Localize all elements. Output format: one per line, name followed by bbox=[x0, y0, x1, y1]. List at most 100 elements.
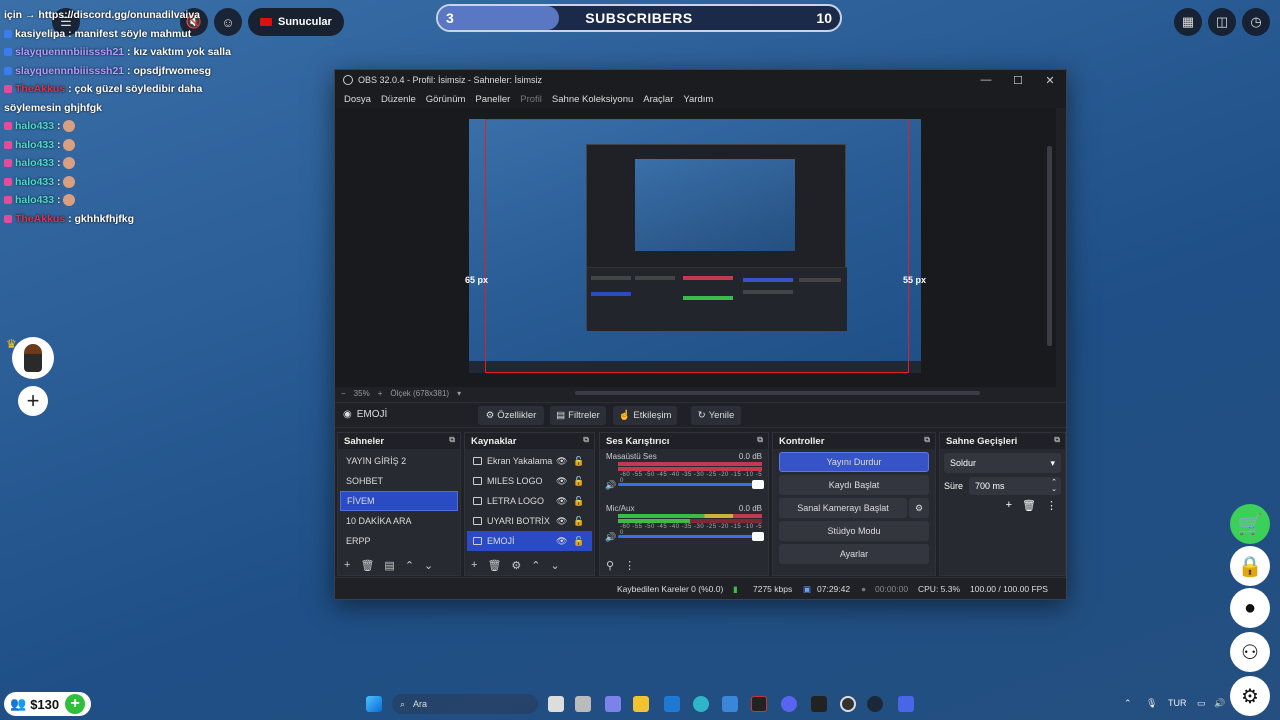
lock-icon[interactable]: 🔓 bbox=[573, 456, 584, 467]
app-icon[interactable] bbox=[898, 696, 914, 712]
mixer-menu-icon[interactable]: ⋮ bbox=[624, 559, 635, 572]
terminal-icon[interactable] bbox=[811, 696, 827, 712]
stop-stream-button[interactable]: Yayını Durdur bbox=[779, 452, 929, 472]
windows-start-icon[interactable] bbox=[366, 696, 382, 712]
add-button[interactable]: + bbox=[18, 386, 48, 416]
remove-transition-button[interactable]: 🗑 bbox=[1022, 499, 1036, 512]
add-source-button[interactable]: + bbox=[471, 559, 477, 571]
move-down-button[interactable]: ⌄ bbox=[551, 559, 560, 572]
source-item[interactable]: LETRA LOGO 👁 🔓 bbox=[467, 491, 592, 511]
add-transition-button[interactable]: + bbox=[1006, 499, 1012, 512]
preview-vertical-scrollbar[interactable] bbox=[1047, 146, 1052, 346]
volume-slider-knob[interactable] bbox=[752, 480, 764, 489]
transition-select[interactable]: Soldur ▾ bbox=[944, 453, 1061, 473]
tray-chevron-up-icon[interactable]: ⌃ bbox=[1124, 698, 1132, 709]
maximize-button[interactable]: ☐ bbox=[1002, 70, 1034, 90]
studio-mode-button[interactable]: Stüdyo Modu bbox=[779, 521, 929, 541]
filters-button[interactable]: ▤ Filtreler bbox=[550, 406, 606, 425]
teams-icon[interactable] bbox=[605, 696, 621, 712]
lock-icon[interactable]: 🔒 bbox=[1230, 546, 1270, 586]
scene-item[interactable]: ERPP bbox=[340, 531, 458, 551]
volume-slider-knob[interactable] bbox=[752, 532, 764, 541]
undock-icon[interactable]: ⧉ bbox=[583, 435, 589, 445]
chat-username[interactable]: slayquennnbiiisssh21 bbox=[15, 46, 124, 58]
menu-item[interactable]: Sahne Koleksiyonu bbox=[547, 94, 638, 105]
avatar[interactable] bbox=[12, 337, 54, 379]
scene-item[interactable]: 10 DAKİKA ARA bbox=[340, 511, 458, 531]
menu-item[interactable]: Düzenle bbox=[376, 94, 421, 105]
volume-slider[interactable] bbox=[618, 532, 764, 541]
scene-item[interactable]: FİVEM bbox=[340, 491, 458, 511]
task-view-icon[interactable] bbox=[548, 696, 564, 712]
taskbar-search[interactable]: ⌕ Ara bbox=[392, 694, 538, 714]
visibility-eye-icon[interactable]: 👁 bbox=[556, 476, 567, 487]
minimize-button[interactable]: — bbox=[970, 70, 1002, 90]
source-item[interactable]: EMOJİ 👁 🔓 bbox=[467, 531, 592, 551]
scale-dropdown[interactable]: Ölçek (678x381) bbox=[390, 389, 449, 398]
refresh-button[interactable]: ↻ Yenile bbox=[691, 406, 741, 425]
chevron-down-icon[interactable]: ▾ bbox=[457, 389, 461, 398]
network-icon[interactable]: ▭ bbox=[1197, 698, 1206, 709]
close-button[interactable]: ✕ bbox=[1034, 70, 1066, 90]
chat-username[interactable]: halo433 bbox=[15, 194, 54, 206]
undock-icon[interactable]: ⧉ bbox=[757, 435, 763, 445]
menu-item[interactable]: Profil bbox=[515, 94, 547, 105]
preview-horizontal-scrollbar[interactable] bbox=[575, 391, 980, 395]
scene-filters-button[interactable]: ▤ bbox=[384, 559, 394, 572]
chat-username[interactable]: halo433 bbox=[15, 157, 54, 169]
source-item[interactable]: MILES LOGO 👁 🔓 bbox=[467, 471, 592, 491]
lock-icon[interactable]: 🔓 bbox=[573, 476, 584, 487]
volume-slider[interactable] bbox=[618, 480, 764, 489]
remove-source-button[interactable]: 🗑 bbox=[487, 559, 501, 572]
chat-username[interactable]: TheAkkus bbox=[15, 83, 65, 95]
lock-icon[interactable]: 🔓 bbox=[573, 536, 584, 547]
scene-item[interactable]: YAYIN GİRİŞ 2 bbox=[340, 451, 458, 471]
lock-icon[interactable]: 🔓 bbox=[573, 516, 584, 527]
speaker-icon[interactable]: 🔊 bbox=[605, 532, 616, 543]
interact-button[interactable]: ☝ Etkileşim bbox=[613, 406, 677, 425]
menu-item[interactable]: Araçlar bbox=[638, 94, 678, 105]
menu-item[interactable]: Görünüm bbox=[421, 94, 471, 105]
visibility-eye-icon[interactable]: 👁 bbox=[556, 456, 567, 467]
speaker-icon[interactable]: 🔊 bbox=[605, 480, 616, 491]
virtual-camera-settings-icon[interactable]: ⚙ bbox=[909, 498, 929, 518]
chat-username[interactable]: halo433 bbox=[15, 120, 54, 132]
visibility-eye-icon[interactable]: 👁 bbox=[556, 496, 567, 507]
source-item[interactable]: UYARI BOTRİX 👁 🔓 bbox=[467, 511, 592, 531]
chat-username[interactable]: TheAkkus bbox=[15, 213, 65, 225]
settings-button[interactable]: Ayarlar bbox=[779, 544, 929, 564]
visibility-eye-icon[interactable]: 👁 bbox=[556, 516, 567, 527]
visibility-eye-icon[interactable]: 👁 bbox=[556, 536, 567, 547]
undock-icon[interactable]: ⧉ bbox=[924, 435, 930, 445]
servers-button[interactable]: Sunucular bbox=[248, 8, 344, 36]
chat-username[interactable]: kasiyelipa bbox=[15, 28, 65, 40]
menu-item[interactable]: Yardım bbox=[678, 94, 718, 105]
add-scene-button[interactable]: + bbox=[344, 559, 350, 571]
gift-icon[interactable]: ◫ bbox=[1208, 8, 1236, 36]
lock-icon[interactable]: 🔓 bbox=[573, 496, 584, 507]
zoom-out-button[interactable]: − bbox=[341, 389, 346, 398]
cart-icon[interactable]: 🛒 bbox=[1230, 504, 1270, 544]
move-down-button[interactable]: ⌄ bbox=[424, 559, 433, 572]
spin-arrows-icon[interactable]: ⌃ ⌄ bbox=[1051, 479, 1057, 493]
volume-icon[interactable]: 🔊 bbox=[1214, 698, 1225, 709]
chat-username[interactable]: halo433 bbox=[15, 139, 54, 151]
move-up-button[interactable]: ⌃ bbox=[531, 559, 540, 572]
chat-username[interactable]: halo433 bbox=[15, 176, 54, 188]
transition-menu-icon[interactable]: ⋮ bbox=[1046, 499, 1057, 512]
preview-area[interactable]: 65 px 55 px bbox=[335, 108, 1056, 387]
store-icon[interactable] bbox=[575, 696, 591, 712]
language-indicator[interactable]: TUR bbox=[1168, 698, 1187, 708]
file-explorer-icon[interactable] bbox=[633, 696, 649, 712]
person-icon[interactable]: ● bbox=[1230, 588, 1270, 628]
source-settings-button[interactable]: ⚙ bbox=[511, 559, 521, 572]
capcut-icon[interactable] bbox=[751, 696, 767, 712]
menu-item[interactable]: Paneller bbox=[470, 94, 515, 105]
edge-icon[interactable] bbox=[693, 696, 709, 712]
clock-icon[interactable]: ◷ bbox=[1242, 8, 1270, 36]
mixer-settings-icon[interactable]: ⚲ bbox=[606, 559, 614, 572]
microphone-icon[interactable]: 🎙 bbox=[1146, 698, 1157, 709]
duration-spinbox[interactable]: 700 ms ⌃ ⌄ bbox=[969, 477, 1061, 495]
undock-icon[interactable]: ⧉ bbox=[1054, 435, 1060, 445]
source-item[interactable]: Ekran Yakalama 👁 🔓 bbox=[467, 451, 592, 471]
